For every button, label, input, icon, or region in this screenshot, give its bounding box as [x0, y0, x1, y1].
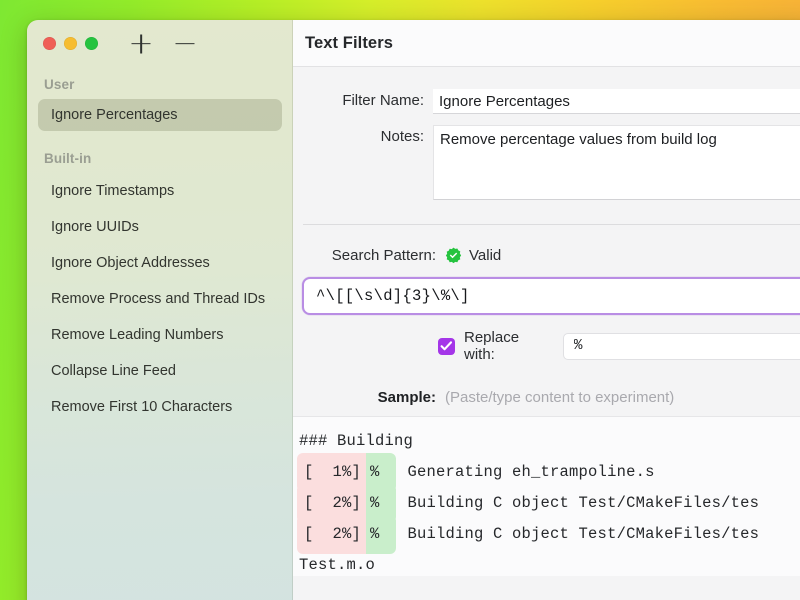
detail-panel: Text Filters Filter Name: Notes: Remove … [293, 20, 800, 600]
search-pattern-label-row: Search Pattern: Valid [293, 247, 800, 264]
window-titlebar [27, 20, 293, 67]
minus-icon [175, 42, 195, 45]
check-seal-icon [445, 247, 462, 264]
close-button[interactable] [43, 37, 56, 50]
filter-name-label: Filter Name: [342, 92, 424, 109]
sidebar-list-builtin: Ignore Timestamps Ignore UUIDs Ignore Ob… [27, 173, 293, 425]
sidebar-group-header-user: User [44, 77, 75, 92]
sample-line: Test.m.o [297, 550, 800, 576]
remove-filter-button[interactable] [171, 30, 199, 58]
sidebar-item-remove-first-10-characters[interactable]: Remove First 10 Characters [38, 389, 282, 425]
sample-line-text: Building C object Test/CMakeFiles/tes [407, 525, 760, 543]
sample-line: [ 2%] % Building C object Test/CMakeFile… [297, 515, 800, 554]
search-pattern-label: Search Pattern: [331, 247, 436, 264]
sidebar-item-ignore-timestamps[interactable]: Ignore Timestamps [38, 173, 282, 209]
status-badge-text: Valid [469, 247, 502, 264]
filter-name-input[interactable] [433, 89, 800, 114]
text-filters-window: User Ignore Percentages Built-in Ignore … [27, 20, 800, 600]
plus-icon-vertical [140, 34, 142, 53]
status-badge: Valid [445, 247, 501, 264]
sample-replacement-highlight: % [366, 515, 396, 554]
sample-line-text: Generating eh_trampoline.s [407, 463, 655, 481]
add-filter-button[interactable] [127, 30, 155, 58]
sidebar-item-remove-leading-numbers[interactable]: Remove Leading Numbers [38, 317, 282, 353]
replace-with-label: Replace with: [464, 329, 520, 363]
sidebar-list-user: Ignore Percentages [27, 99, 293, 131]
sample-match-highlight: [ 2%] [297, 515, 367, 554]
sample-preview-area[interactable]: ### Building [ 1%] % Generating eh_tramp… [293, 416, 800, 576]
sample-label: Sample: [377, 389, 436, 406]
search-pattern-field[interactable] [302, 277, 800, 315]
sample-label-row: Sample: (Paste/type content to experimen… [293, 389, 800, 406]
notes-textarea[interactable]: Remove percentage values from build log [433, 125, 800, 200]
page-title: Text Filters [305, 33, 394, 52]
minimize-button[interactable] [64, 37, 77, 50]
sidebar-item-ignore-percentages[interactable]: Ignore Percentages [38, 99, 282, 131]
notes-label: Notes: [380, 128, 424, 145]
detail-panel-header: Text Filters [293, 20, 800, 67]
desktop-wallpaper: User Ignore Percentages Built-in Ignore … [0, 0, 800, 600]
sidebar-item-collapse-line-feed[interactable]: Collapse Line Feed [38, 353, 282, 389]
sidebar-item-ignore-object-addresses[interactable]: Ignore Object Addresses [38, 245, 282, 281]
filter-form: Filter Name: Notes: Remove percentage va… [293, 67, 800, 200]
zoom-button[interactable] [85, 37, 98, 50]
search-pattern-block: Search Pattern: Valid [293, 225, 800, 315]
sample-line-text: Test.m.o [299, 556, 376, 574]
replace-with-row: Replace with: [293, 329, 800, 363]
replace-with-input[interactable] [562, 332, 800, 360]
sidebar-group-header-builtin: Built-in [44, 151, 92, 166]
notes-row: Notes: Remove percentage values from bui… [293, 125, 800, 200]
sample-placeholder-text: (Paste/type content to experiment) [445, 389, 675, 406]
sidebar-item-remove-process-and-thread-ids[interactable]: Remove Process and Thread IDs [38, 281, 282, 317]
search-pattern-input[interactable] [316, 287, 800, 305]
replace-with-checkbox[interactable] [438, 337, 455, 355]
traffic-lights [43, 37, 98, 50]
sidebar-item-ignore-uuids[interactable]: Ignore UUIDs [38, 209, 282, 245]
sample-line-text: Building C object Test/CMakeFiles/tes [407, 494, 760, 512]
filter-name-row: Filter Name: [293, 89, 800, 114]
sidebar: User Ignore Percentages Built-in Ignore … [27, 20, 293, 600]
